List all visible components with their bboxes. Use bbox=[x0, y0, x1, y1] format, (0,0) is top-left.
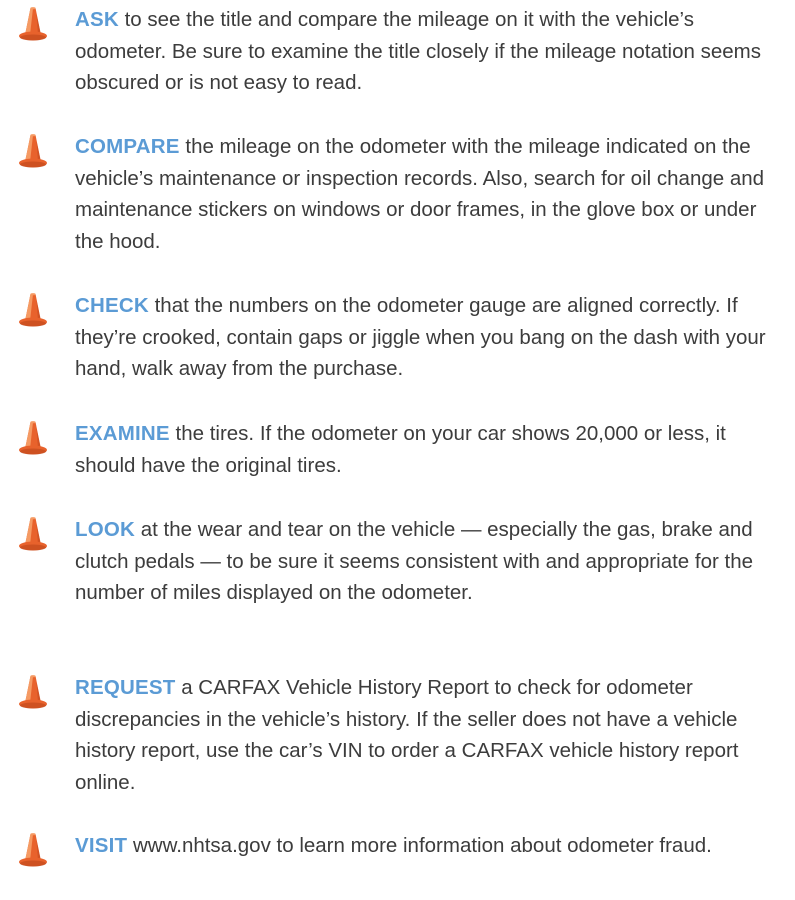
traffic-cone-icon bbox=[18, 420, 48, 456]
tip-body: a CARFAX Vehicle History Report to check… bbox=[75, 676, 739, 794]
traffic-cone-icon bbox=[18, 516, 48, 552]
tip-text: CHECK that the numbers on the odometer g… bbox=[75, 290, 775, 385]
traffic-cone-icon bbox=[18, 832, 48, 868]
tip-body: that the numbers on the odometer gauge a… bbox=[75, 294, 766, 380]
tip-text: REQUEST a CARFAX Vehicle History Report … bbox=[75, 672, 775, 798]
traffic-cone-icon bbox=[18, 674, 48, 710]
tip-body: at the wear and tear on the vehicle — es… bbox=[75, 518, 754, 604]
tip-keyword: VISIT bbox=[75, 834, 128, 857]
tip-keyword: COMPARE bbox=[75, 135, 180, 158]
tip-body: to see the title and compare the mileage… bbox=[75, 8, 761, 94]
tip-keyword: LOOK bbox=[75, 518, 136, 541]
tip-keyword: EXAMINE bbox=[75, 422, 170, 445]
tip-body: the tires. If the odometer on your car s… bbox=[75, 422, 726, 477]
tip-text: ASK to see the title and compare the mil… bbox=[75, 4, 775, 99]
tip-body: www.nhtsa.gov to learn more information … bbox=[127, 834, 712, 857]
tip-keyword: CHECK bbox=[75, 294, 149, 317]
tip-text: EXAMINE the tires. If the odometer on yo… bbox=[75, 418, 775, 481]
traffic-cone-icon bbox=[18, 133, 48, 169]
tip-text: VISIT www.nhtsa.gov to learn more inform… bbox=[75, 830, 775, 862]
tip-keyword: ASK bbox=[75, 8, 119, 31]
tip-text: COMPARE the mileage on the odometer with… bbox=[75, 131, 775, 257]
tip-text: LOOK at the wear and tear on the vehicle… bbox=[75, 514, 775, 609]
traffic-cone-icon bbox=[18, 292, 48, 328]
tip-keyword: REQUEST bbox=[75, 676, 176, 699]
traffic-cone-icon bbox=[18, 6, 48, 42]
